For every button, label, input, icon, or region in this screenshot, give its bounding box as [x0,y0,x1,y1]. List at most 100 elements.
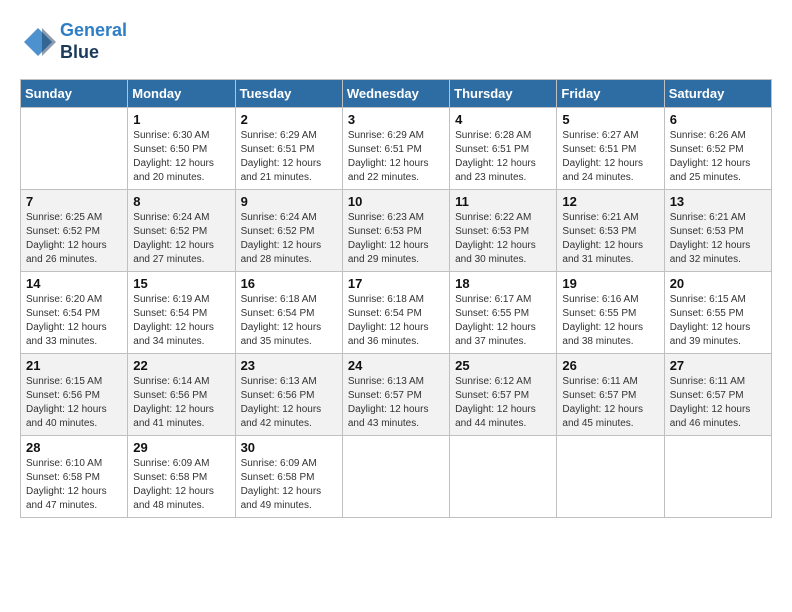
day-number: 5 [562,112,658,127]
calendar-cell: 30 Sunrise: 6:09 AM Sunset: 6:58 PM Dayli… [235,436,342,518]
day-info: Sunrise: 6:11 AM Sunset: 6:57 PM Dayligh… [670,375,766,431]
logo-text: General Blue [60,20,127,63]
col-header-sunday: Sunday [21,80,128,108]
day-number: 8 [133,194,229,209]
week-row-2: 7 Sunrise: 6:25 AM Sunset: 6:52 PM Daylig… [21,190,772,272]
calendar-cell: 20 Sunrise: 6:15 AM Sunset: 6:55 PM Dayli… [664,272,771,354]
day-info: Sunrise: 6:29 AM Sunset: 6:51 PM Dayligh… [241,129,337,185]
day-info: Sunrise: 6:18 AM Sunset: 6:54 PM Dayligh… [241,293,337,349]
day-number: 28 [26,440,122,455]
calendar-cell: 12 Sunrise: 6:21 AM Sunset: 6:53 PM Dayli… [557,190,664,272]
day-info: Sunrise: 6:15 AM Sunset: 6:55 PM Dayligh… [670,293,766,349]
day-number: 27 [670,358,766,373]
day-info: Sunrise: 6:20 AM Sunset: 6:54 PM Dayligh… [26,293,122,349]
calendar-cell: 26 Sunrise: 6:11 AM Sunset: 6:57 PM Dayli… [557,354,664,436]
day-number: 21 [26,358,122,373]
header: General Blue [20,20,772,63]
calendar-cell: 9 Sunrise: 6:24 AM Sunset: 6:52 PM Daylig… [235,190,342,272]
calendar-cell: 13 Sunrise: 6:21 AM Sunset: 6:53 PM Dayli… [664,190,771,272]
calendar-cell: 19 Sunrise: 6:16 AM Sunset: 6:55 PM Dayli… [557,272,664,354]
day-number: 9 [241,194,337,209]
day-number: 14 [26,276,122,291]
calendar-cell [342,436,449,518]
day-info: Sunrise: 6:26 AM Sunset: 6:52 PM Dayligh… [670,129,766,185]
col-header-wednesday: Wednesday [342,80,449,108]
day-info: Sunrise: 6:15 AM Sunset: 6:56 PM Dayligh… [26,375,122,431]
day-number: 4 [455,112,551,127]
day-number: 15 [133,276,229,291]
calendar-cell: 22Sunrise: 6:14 AM Sunset: 6:56 PM Dayli… [128,354,235,436]
calendar-cell: 8 Sunrise: 6:24 AM Sunset: 6:52 PM Daylig… [128,190,235,272]
calendar-cell: 11 Sunrise: 6:22 AM Sunset: 6:53 PM Dayli… [450,190,557,272]
week-row-5: 28 Sunrise: 6:10 AM Sunset: 6:58 PM Dayli… [21,436,772,518]
calendar-cell: 1Sunrise: 6:30 AM Sunset: 6:50 PM Daylig… [128,108,235,190]
calendar-cell: 15 Sunrise: 6:19 AM Sunset: 6:54 PM Dayli… [128,272,235,354]
day-number: 19 [562,276,658,291]
day-info: Sunrise: 6:27 AM Sunset: 6:51 PM Dayligh… [562,129,658,185]
calendar-cell: 5 Sunrise: 6:27 AM Sunset: 6:51 PM Daylig… [557,108,664,190]
calendar-cell: 29 Sunrise: 6:09 AM Sunset: 6:58 PM Dayli… [128,436,235,518]
week-row-4: 21 Sunrise: 6:15 AM Sunset: 6:56 PM Dayli… [21,354,772,436]
day-info: Sunrise: 6:16 AM Sunset: 6:55 PM Dayligh… [562,293,658,349]
day-info: Sunrise: 6:12 AM Sunset: 6:57 PM Dayligh… [455,375,551,431]
day-number: 24 [348,358,444,373]
day-number: 12 [562,194,658,209]
calendar-cell: 10Sunrise: 6:23 AM Sunset: 6:53 PM Dayli… [342,190,449,272]
calendar-cell: 24 Sunrise: 6:13 AM Sunset: 6:57 PM Dayli… [342,354,449,436]
day-info: Sunrise: 6:25 AM Sunset: 6:52 PM Dayligh… [26,211,122,267]
day-info: Sunrise: 6:24 AM Sunset: 6:52 PM Dayligh… [241,211,337,267]
col-header-tuesday: Tuesday [235,80,342,108]
calendar-cell [450,436,557,518]
calendar-cell: 4 Sunrise: 6:28 AM Sunset: 6:51 PM Daylig… [450,108,557,190]
calendar-cell: 2Sunrise: 6:29 AM Sunset: 6:51 PM Daylig… [235,108,342,190]
day-number: 26 [562,358,658,373]
day-number: 11 [455,194,551,209]
day-number: 6 [670,112,766,127]
calendar-cell: 6 Sunrise: 6:26 AM Sunset: 6:52 PM Daylig… [664,108,771,190]
calendar-cell [664,436,771,518]
day-info: Sunrise: 6:21 AM Sunset: 6:53 PM Dayligh… [562,211,658,267]
day-info: Sunrise: 6:13 AM Sunset: 6:57 PM Dayligh… [348,375,444,431]
calendar-cell: 3 Sunrise: 6:29 AM Sunset: 6:51 PM Daylig… [342,108,449,190]
logo: General Blue [20,20,127,63]
day-info: Sunrise: 6:19 AM Sunset: 6:54 PM Dayligh… [133,293,229,349]
day-info: Sunrise: 6:23 AM Sunset: 6:53 PM Dayligh… [348,211,444,267]
day-number: 30 [241,440,337,455]
week-row-1: 1Sunrise: 6:30 AM Sunset: 6:50 PM Daylig… [21,108,772,190]
day-info: Sunrise: 6:09 AM Sunset: 6:58 PM Dayligh… [133,457,229,513]
day-info: Sunrise: 6:29 AM Sunset: 6:51 PM Dayligh… [348,129,444,185]
day-info: Sunrise: 6:22 AM Sunset: 6:53 PM Dayligh… [455,211,551,267]
calendar-cell: 14 Sunrise: 6:20 AM Sunset: 6:54 PM Dayli… [21,272,128,354]
calendar-cell: 7 Sunrise: 6:25 AM Sunset: 6:52 PM Daylig… [21,190,128,272]
day-number: 7 [26,194,122,209]
day-info: Sunrise: 6:13 AM Sunset: 6:56 PM Dayligh… [241,375,337,431]
calendar-cell [557,436,664,518]
calendar-cell: 25Sunrise: 6:12 AM Sunset: 6:57 PM Dayli… [450,354,557,436]
week-row-3: 14 Sunrise: 6:20 AM Sunset: 6:54 PM Dayli… [21,272,772,354]
day-info: Sunrise: 6:14 AM Sunset: 6:56 PM Dayligh… [133,375,229,431]
day-info: Sunrise: 6:11 AM Sunset: 6:57 PM Dayligh… [562,375,658,431]
col-header-thursday: Thursday [450,80,557,108]
calendar-cell: 21 Sunrise: 6:15 AM Sunset: 6:56 PM Dayli… [21,354,128,436]
col-header-monday: Monday [128,80,235,108]
day-number: 20 [670,276,766,291]
day-info: Sunrise: 6:21 AM Sunset: 6:53 PM Dayligh… [670,211,766,267]
calendar-table: SundayMondayTuesdayWednesdayThursdayFrid… [20,79,772,518]
day-number: 13 [670,194,766,209]
day-number: 23 [241,358,337,373]
logo-icon [20,24,56,60]
calendar-cell: 16 Sunrise: 6:18 AM Sunset: 6:54 PM Dayli… [235,272,342,354]
day-number: 29 [133,440,229,455]
day-number: 16 [241,276,337,291]
col-header-saturday: Saturday [664,80,771,108]
calendar-cell: 27 Sunrise: 6:11 AM Sunset: 6:57 PM Dayli… [664,354,771,436]
day-number: 3 [348,112,444,127]
day-info: Sunrise: 6:24 AM Sunset: 6:52 PM Dayligh… [133,211,229,267]
day-info: Sunrise: 6:18 AM Sunset: 6:54 PM Dayligh… [348,293,444,349]
calendar-cell: 23 Sunrise: 6:13 AM Sunset: 6:56 PM Dayli… [235,354,342,436]
day-number: 18 [455,276,551,291]
day-info: Sunrise: 6:28 AM Sunset: 6:51 PM Dayligh… [455,129,551,185]
day-info: Sunrise: 6:30 AM Sunset: 6:50 PM Dayligh… [133,129,229,185]
day-info: Sunrise: 6:09 AM Sunset: 6:58 PM Dayligh… [241,457,337,513]
day-info: Sunrise: 6:10 AM Sunset: 6:58 PM Dayligh… [26,457,122,513]
